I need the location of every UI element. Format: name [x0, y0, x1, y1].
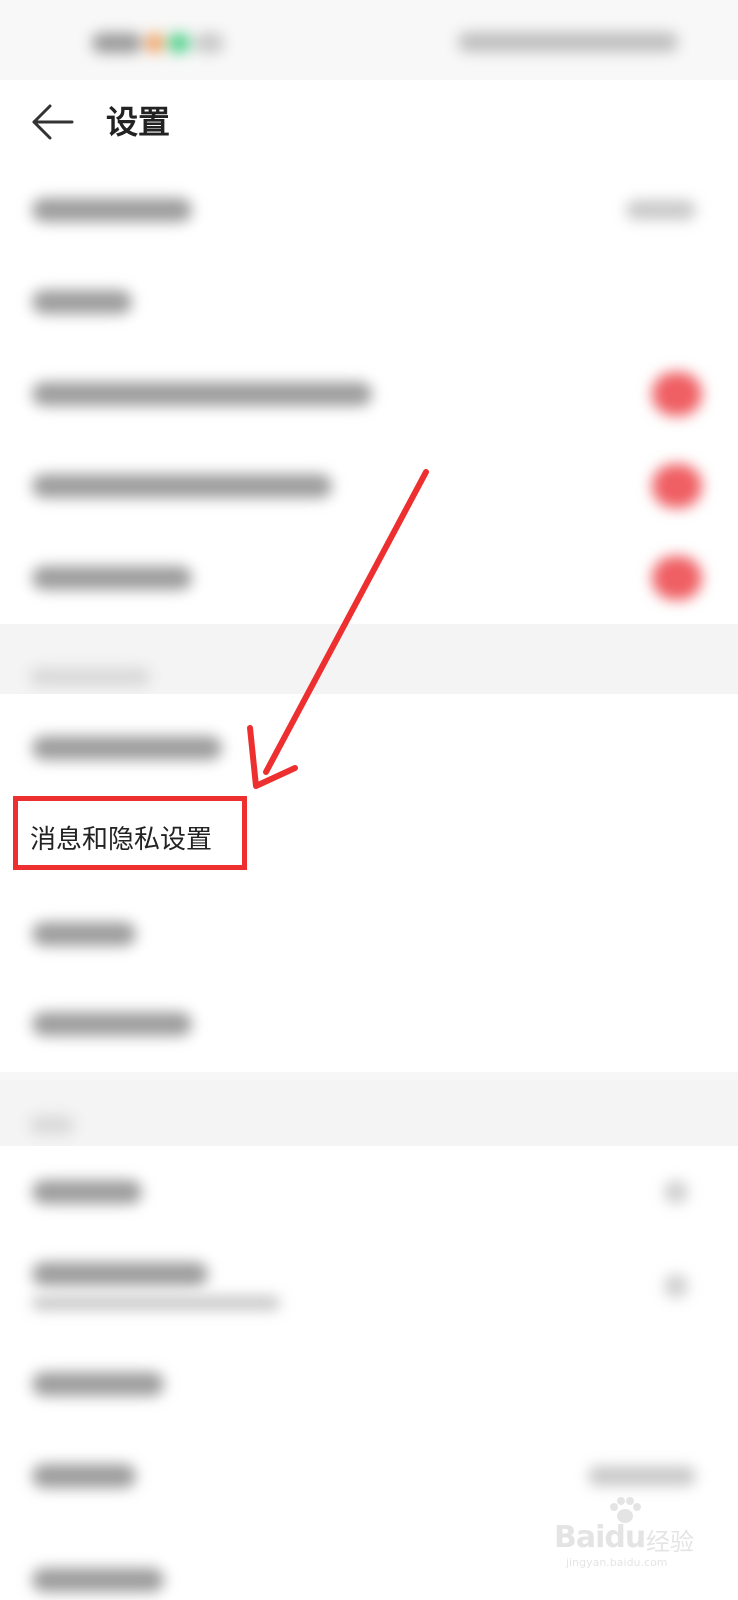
- settings-row[interactable]: [0, 164, 738, 256]
- settings-row[interactable]: [0, 1238, 738, 1338]
- settings-row-value: [588, 1466, 696, 1486]
- highlight-annotation-box: [13, 796, 247, 870]
- section-divider: [0, 624, 738, 694]
- back-arrow-icon[interactable]: [30, 102, 76, 142]
- settings-row-value: [626, 200, 696, 220]
- settings-row[interactable]: [0, 532, 738, 624]
- settings-row-label: [32, 198, 192, 222]
- settings-row[interactable]: [0, 440, 738, 532]
- status-bar-right-icons: [458, 32, 678, 52]
- settings-row-label: [32, 1012, 192, 1036]
- section-header: [30, 1116, 74, 1134]
- settings-row-label: [32, 922, 136, 946]
- app-header: 设置: [0, 80, 738, 164]
- settings-row[interactable]: [0, 256, 738, 348]
- settings-row-label: [32, 1372, 164, 1396]
- settings-row-sublabel: [32, 1296, 280, 1310]
- settings-row-label: [32, 1180, 142, 1204]
- settings-row[interactable]: [0, 972, 738, 1072]
- settings-row-label: [32, 736, 222, 760]
- toggle-switch-on[interactable]: [652, 464, 702, 508]
- status-bar-left-icons: [92, 32, 292, 54]
- page-title: 设置: [106, 103, 171, 141]
- settings-row-label: [32, 1568, 164, 1592]
- settings-row[interactable]: [0, 880, 738, 972]
- watermark-brand-cn: 经验: [646, 1528, 694, 1556]
- settings-row-label: [32, 1464, 136, 1488]
- section-header: [30, 668, 150, 686]
- settings-row[interactable]: [0, 694, 738, 800]
- settings-row-label: [32, 1262, 208, 1286]
- chevron-right-icon: [664, 1274, 688, 1298]
- settings-row[interactable]: [0, 348, 738, 440]
- settings-row-label: [32, 290, 132, 314]
- settings-row-label: [32, 382, 372, 406]
- toggle-switch-on[interactable]: [652, 372, 702, 416]
- settings-row[interactable]: [0, 1338, 738, 1430]
- settings-row-label: [32, 474, 332, 498]
- baidu-jingyan-watermark: Baidu 经验 jingyan.baidu.com: [552, 1492, 712, 1572]
- watermark-brand: Baidu: [554, 1520, 646, 1555]
- status-bar: [0, 0, 738, 80]
- toggle-switch-on[interactable]: [652, 556, 702, 600]
- watermark-url: jingyan.baidu.com: [566, 1556, 668, 1569]
- settings-row-label: [32, 566, 192, 590]
- section-divider: [0, 1080, 738, 1146]
- settings-row[interactable]: [0, 1146, 738, 1238]
- chevron-right-icon: [664, 1180, 688, 1204]
